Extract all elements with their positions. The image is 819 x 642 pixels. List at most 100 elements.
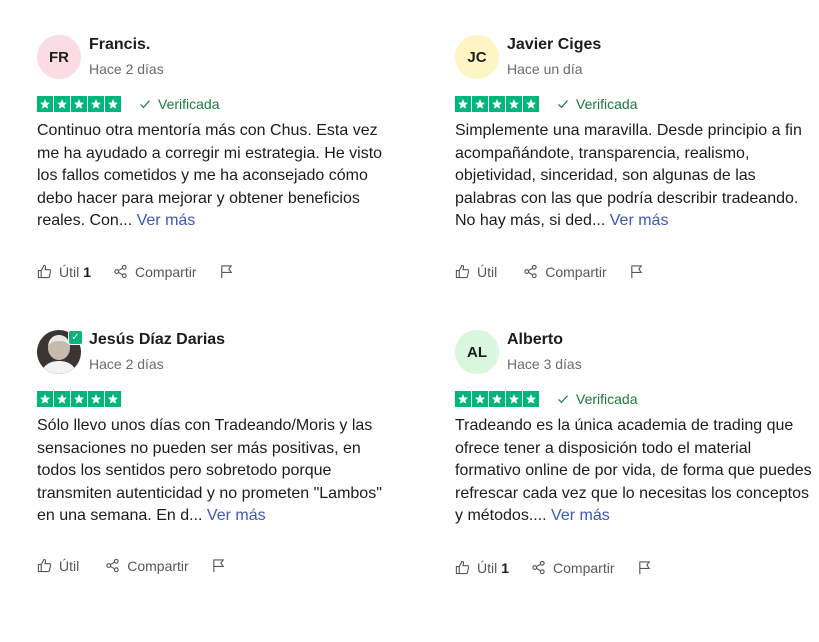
star-icon	[455, 391, 471, 407]
see-more-link[interactable]: Ver más	[551, 507, 610, 524]
useful-label: Útil	[477, 559, 498, 576]
thumbs-up-icon	[37, 264, 52, 279]
star-icon	[71, 96, 87, 112]
star-icon	[88, 391, 104, 407]
star-rating	[455, 391, 539, 407]
rating-row: Verificada	[37, 96, 397, 112]
star-icon	[523, 391, 539, 407]
verified-check-icon: ✓	[68, 330, 83, 345]
avatar-photo[interactable]: ✓	[37, 330, 83, 374]
review-text: Simplemente una maravilla. Desde princip…	[455, 120, 815, 233]
rating-row: Verificada	[455, 391, 815, 407]
review-date: Hace 2 días	[89, 356, 164, 372]
review-actions: Útil 1 Compartir	[455, 558, 815, 578]
review-date: Hace 3 días	[507, 356, 582, 372]
review-text-content: Continuo otra mentoría más con Chus. Est…	[37, 122, 383, 229]
star-icon	[472, 96, 488, 112]
check-icon	[558, 100, 568, 109]
flag-icon	[212, 559, 224, 573]
star-rating	[455, 96, 539, 112]
review-actions: Útil Compartir	[455, 262, 815, 282]
review-card: FR Francis. Hace 2 días Verificada Conti…	[37, 33, 397, 282]
star-icon	[71, 391, 87, 407]
star-icon	[37, 391, 53, 407]
verified-badge[interactable]: Verificada	[557, 96, 637, 112]
star-icon	[54, 96, 70, 112]
see-more-link[interactable]: Ver más	[610, 212, 669, 229]
star-icon	[472, 391, 488, 407]
review-card: ✓ Jesús Díaz Darias Hace 2 días Sólo lle…	[37, 328, 397, 576]
share-button[interactable]: Compartir	[523, 264, 607, 280]
review-text: Continuo otra mentoría más con Chus. Est…	[37, 120, 397, 233]
review-header: FR Francis. Hace 2 días	[37, 33, 397, 81]
useful-count: 1	[501, 559, 510, 576]
report-button[interactable]	[211, 558, 233, 573]
star-icon	[54, 391, 70, 407]
share-icon	[532, 560, 545, 575]
verified-label: Verificada	[158, 96, 220, 112]
avatar-initials: JC	[467, 48, 487, 66]
flag-icon	[220, 265, 232, 279]
useful-label: Útil	[477, 263, 498, 280]
review-header: JC Javier Ciges Hace un día	[455, 33, 815, 81]
useful-button[interactable]: Útil	[37, 558, 83, 574]
see-more-link[interactable]: Ver más	[207, 507, 266, 524]
star-icon	[489, 96, 505, 112]
reviewer-meta: Alberto Hace 3 días	[507, 330, 582, 374]
reviewer-name[interactable]: Jesús Díaz Darias	[89, 330, 225, 350]
flag-icon	[638, 561, 650, 575]
verified-badge[interactable]: Verificada	[557, 391, 637, 407]
review-text: Sólo llevo unos días con Tradeando/Moris…	[37, 415, 397, 528]
star-icon	[506, 391, 522, 407]
useful-button[interactable]: Útil 1	[455, 560, 509, 576]
review-date: Hace 2 días	[89, 61, 164, 77]
star-icon	[105, 391, 121, 407]
report-button[interactable]	[637, 560, 659, 575]
share-button[interactable]: Compartir	[531, 559, 615, 576]
useful-button[interactable]: Útil	[455, 264, 501, 280]
share-button[interactable]: Compartir	[113, 263, 197, 280]
useful-label: Útil	[59, 557, 80, 574]
share-icon	[106, 558, 119, 573]
review-header: AL Alberto Hace 3 días	[455, 328, 815, 376]
review-text-content: Tradeando es la única academia de tradin…	[455, 417, 812, 524]
reviewer-name[interactable]: Francis.	[89, 35, 164, 55]
reviewer-name[interactable]: Alberto	[507, 330, 582, 350]
thumbs-up-icon	[455, 264, 470, 279]
see-more-link[interactable]: Ver más	[137, 212, 196, 229]
rating-row: Verificada	[455, 96, 815, 112]
thumbs-up-icon	[455, 560, 470, 575]
reviewer-name[interactable]: Javier Ciges	[507, 35, 601, 55]
avatar-initials: AL	[467, 343, 487, 361]
avatar[interactable]: JC	[455, 35, 499, 79]
review-card: JC Javier Ciges Hace un día Verificada S…	[455, 33, 815, 282]
verified-label: Verificada	[576, 391, 638, 407]
useful-button[interactable]: Útil 1	[37, 264, 91, 280]
share-icon	[524, 264, 537, 279]
reviewer-meta: Javier Ciges Hace un día	[507, 35, 601, 79]
verified-badge[interactable]: Verificada	[139, 96, 219, 112]
flag-icon	[630, 265, 642, 279]
report-button[interactable]	[629, 264, 651, 279]
review-text: Tradeando es la única academia de tradin…	[455, 415, 815, 528]
avatar-initials: FR	[49, 48, 69, 66]
star-rating	[37, 391, 121, 407]
star-icon	[455, 96, 471, 112]
useful-label: Útil	[59, 263, 80, 280]
star-icon	[105, 96, 121, 112]
reviewer-meta: Jesús Díaz Darias Hace 2 días	[89, 330, 225, 374]
verified-label: Verificada	[576, 96, 638, 112]
share-icon	[114, 264, 127, 279]
avatar[interactable]: AL	[455, 330, 499, 374]
review-card: AL Alberto Hace 3 días Verificada Tradea…	[455, 328, 815, 578]
share-label: Compartir	[553, 559, 615, 576]
share-label: Compartir	[135, 263, 197, 280]
report-button[interactable]	[219, 264, 241, 279]
rating-row	[37, 391, 397, 407]
star-icon	[489, 391, 505, 407]
share-button[interactable]: Compartir	[105, 558, 189, 574]
avatar[interactable]: FR	[37, 35, 81, 79]
star-icon	[523, 96, 539, 112]
review-actions: Útil Compartir	[37, 556, 397, 576]
star-icon	[88, 96, 104, 112]
